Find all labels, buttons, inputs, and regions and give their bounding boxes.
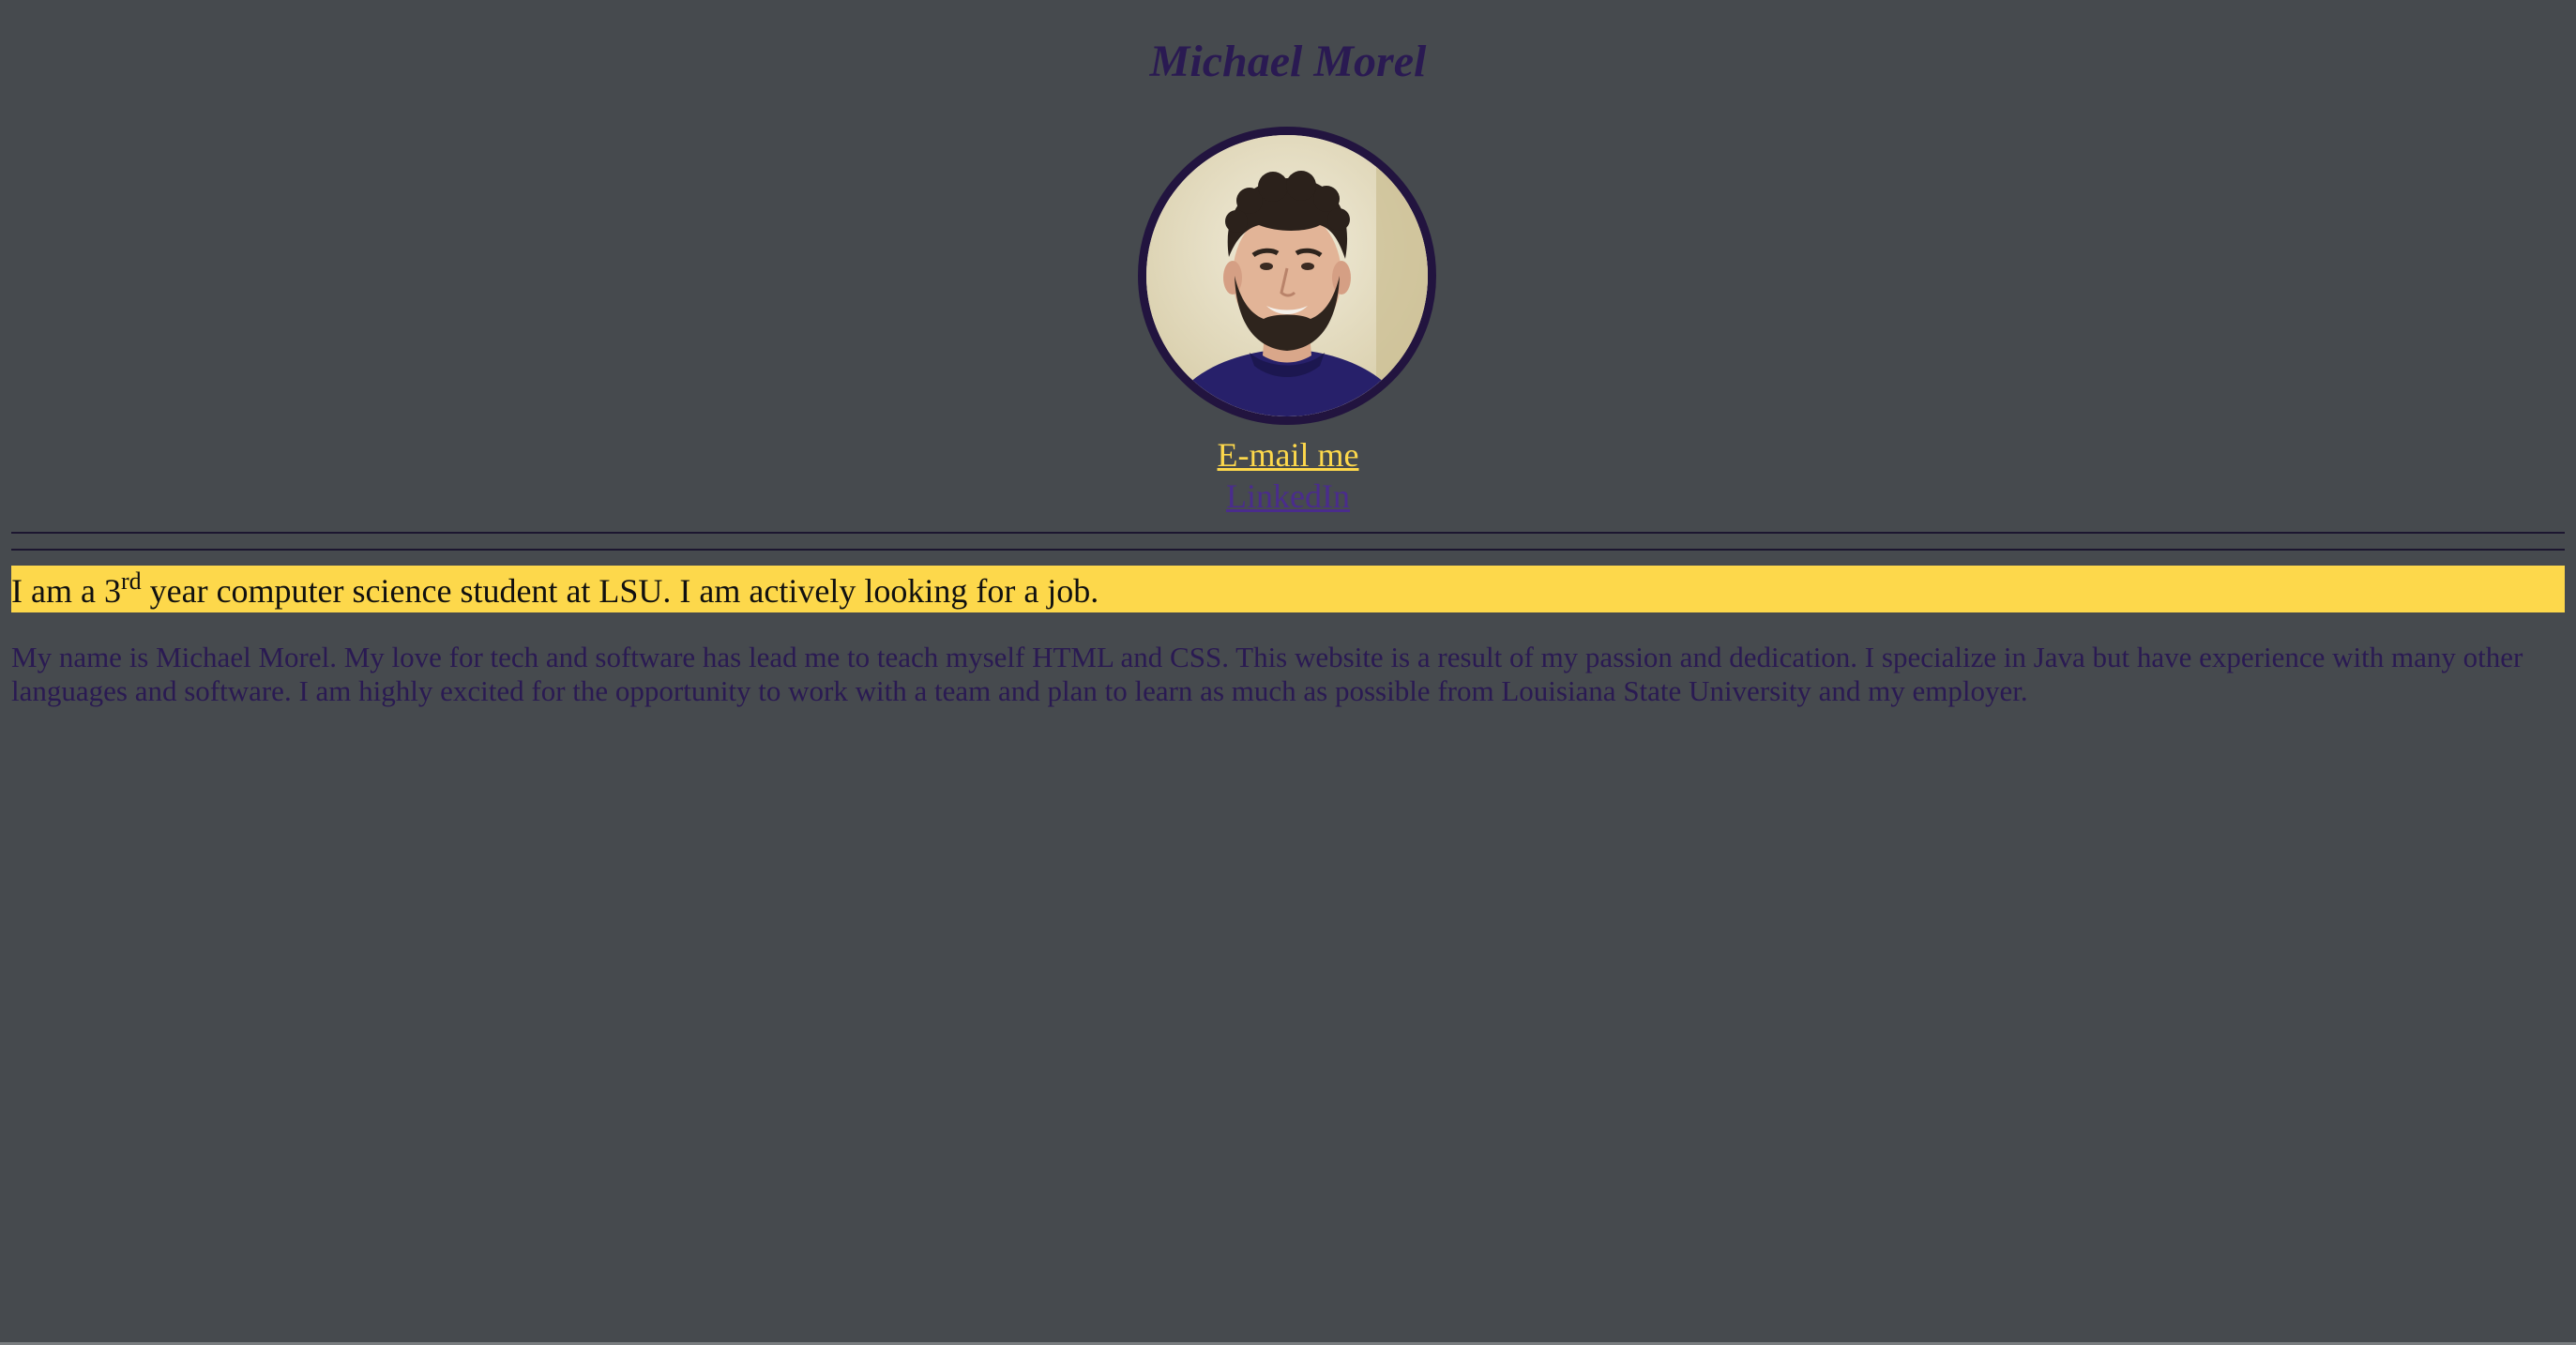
status-banner: I am a 3rd year computer science student… xyxy=(11,566,2565,612)
avatar xyxy=(1138,127,1436,425)
ordinal-suffix: rd xyxy=(120,567,142,595)
profile-photo-icon xyxy=(1146,135,1428,416)
email-link-label[interactable]: E-mail me xyxy=(1218,436,1359,474)
page-title: Michael Morel xyxy=(1149,37,1427,86)
bio-paragraph: My name is Michael Morel. My love for te… xyxy=(11,641,2523,707)
email-link[interactable]: E-mail me xyxy=(0,434,2576,476)
status-text-start: I am a 3 xyxy=(11,572,121,610)
status-text-end: year computer science student at LSU. I … xyxy=(141,572,1099,610)
divider-top xyxy=(11,532,2565,534)
linkedin-link[interactable]: LinkedIn xyxy=(0,476,2576,517)
linkedin-link-label[interactable]: LinkedIn xyxy=(1226,477,1350,515)
divider-bottom xyxy=(11,549,2565,551)
